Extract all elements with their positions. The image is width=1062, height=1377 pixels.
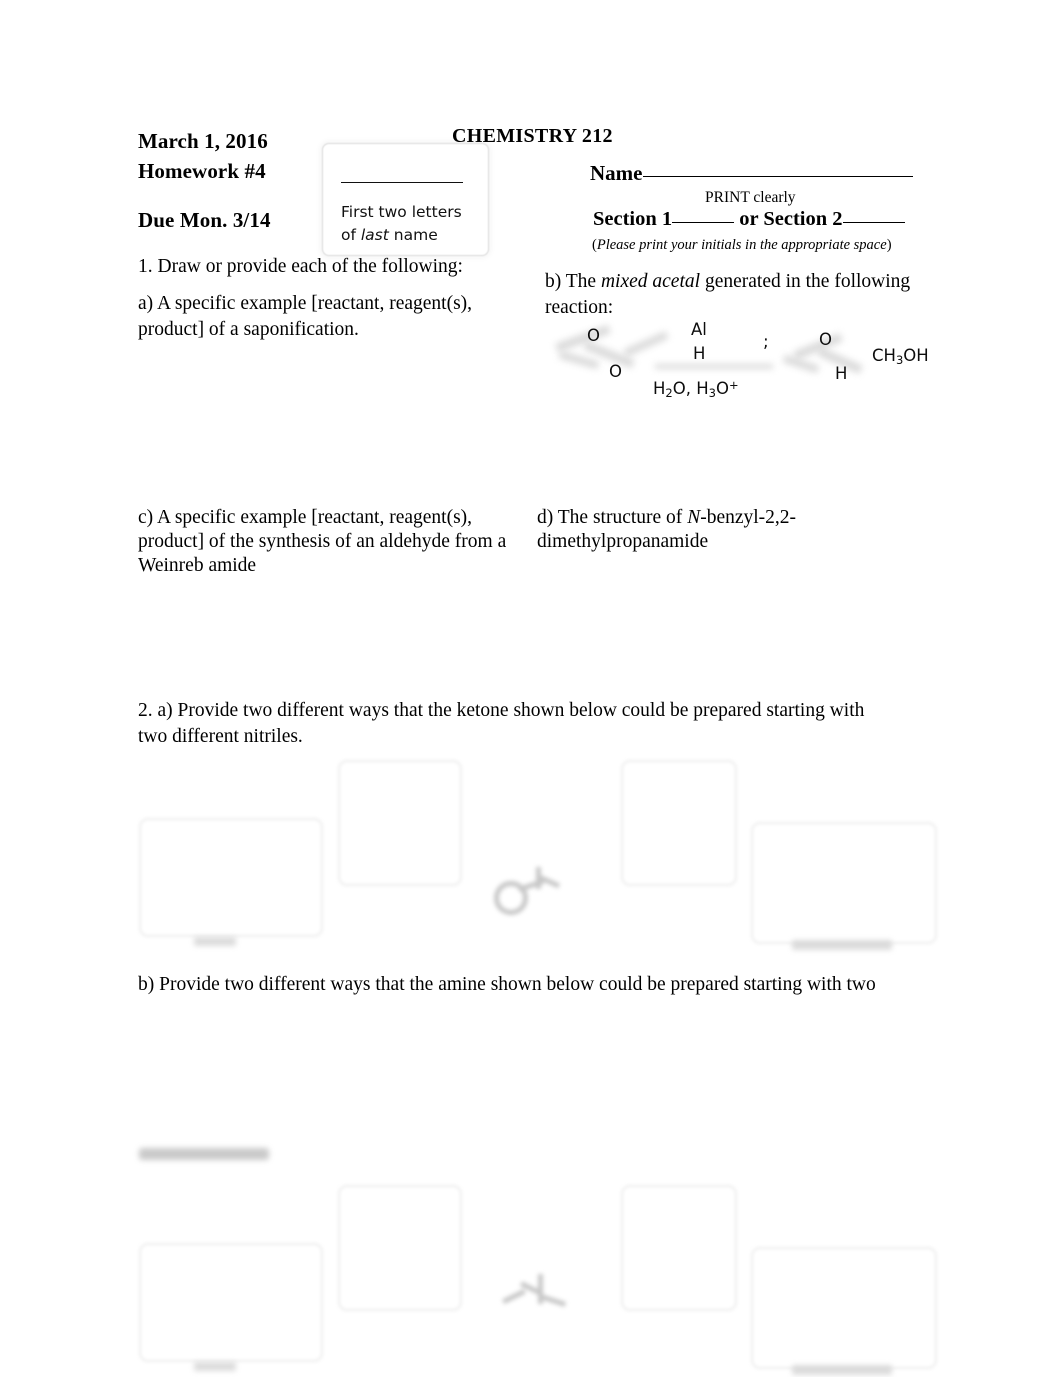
initials-caption-name: name (388, 226, 438, 244)
answer-box-2a-3[interactable] (621, 760, 737, 886)
worksheet-page: March 1, 2016 Homework #4 Due Mon. 3/14 … (0, 0, 1062, 1377)
assignment-text: Homework #4 (138, 159, 266, 183)
print-clearly-note: PRINT clearly (705, 189, 796, 206)
ketone-structure-2a (488, 855, 568, 915)
answer-box-2b-4[interactable] (751, 1247, 937, 1369)
question-1d-text: d) The structure of N-benzyl-2,2-dimethy… (537, 506, 907, 554)
question-1a-text: a) A specific example [reactant, reagent… (138, 293, 473, 340)
atom-label-oxygen-top-left: O (587, 326, 600, 345)
name-input-rule[interactable] (643, 176, 914, 177)
atom-label-hydrogen-right: H (835, 364, 848, 383)
structure-smudge-left-3 (558, 350, 600, 370)
section-1-label: Section 1 (593, 208, 673, 230)
reagent-label-h: H (693, 344, 706, 363)
reaction-arrow (655, 364, 773, 369)
answer-box-2a-4[interactable] (751, 822, 937, 944)
due-date-text: Due Mon. 3/14 (138, 208, 271, 232)
question-2a-text: 2. a) Provide two different ways that th… (138, 700, 865, 747)
initials-caption-line2: of last name (341, 224, 491, 247)
reaction-scheme: O O Al H H2O, H3O+ ; O H CH3OH (545, 312, 940, 407)
question-1c-text: c) A specific example [reactant, reagent… (138, 507, 507, 576)
answer-box-2a-2[interactable] (338, 760, 462, 886)
question-2b-text: b) Provide two different ways that the a… (138, 974, 876, 995)
please-print-note: (Please print your initials in the appro… (592, 237, 892, 254)
please-print-close-paren: ) (886, 237, 892, 253)
name-label: Name (590, 161, 643, 185)
question-1-stem: 1. Draw or provide each of the following… (138, 256, 463, 277)
answer-box-2b-1-caption (194, 1362, 236, 1371)
answer-box-2b-1[interactable] (139, 1243, 323, 1362)
conditions-label-aqueous-acid: H2O, H3O+ (653, 378, 739, 400)
initials-caption-of: of (341, 226, 361, 244)
section-or-label: or Section 2 (734, 208, 843, 230)
header-date-block: March 1, 2016 Homework #4 (138, 126, 268, 186)
atom-label-oxygen-right: O (819, 330, 832, 349)
obscured-text-line (139, 1148, 269, 1160)
answer-box-2b-2[interactable] (338, 1185, 462, 1311)
answer-box-2b-4-caption (792, 1365, 892, 1375)
initials-caption-line1: First two letters (341, 203, 462, 221)
answer-box-2a-1-caption (194, 937, 236, 946)
initials-caption: First two letters of last name (341, 201, 491, 247)
name-field-row: Name (590, 161, 914, 186)
answer-box-2a-1[interactable] (139, 818, 323, 937)
q1d-emphasis: N (687, 507, 701, 528)
q1b-pre: b) The (545, 271, 601, 292)
reagent-label-al: Al (691, 320, 707, 339)
section-field-row: Section 1 or Section 2 (593, 208, 905, 231)
answer-box-2b-3[interactable] (621, 1185, 737, 1311)
answer-box-2a-4-caption (792, 940, 892, 950)
atom-label-oxygen-bottom-left: O (609, 362, 622, 381)
scheme-separator-semicolon: ; (763, 332, 769, 352)
initials-write-rule[interactable] (341, 182, 463, 183)
q1d-pre: d) The structure of (537, 507, 688, 528)
section-2-input-rule[interactable] (842, 222, 905, 223)
reagent-label-methanol: CH3OH (872, 346, 929, 367)
q1b-emphasis: mixed acetal (600, 271, 701, 292)
please-print-text: Please print your initials in the approp… (596, 237, 887, 253)
initials-caption-last: last (360, 226, 389, 244)
date-text: March 1, 2016 (138, 129, 268, 153)
section-1-input-rule[interactable] (672, 222, 735, 223)
amine-structure-2b (498, 1272, 578, 1327)
structure-smudge-left-4 (623, 330, 669, 358)
